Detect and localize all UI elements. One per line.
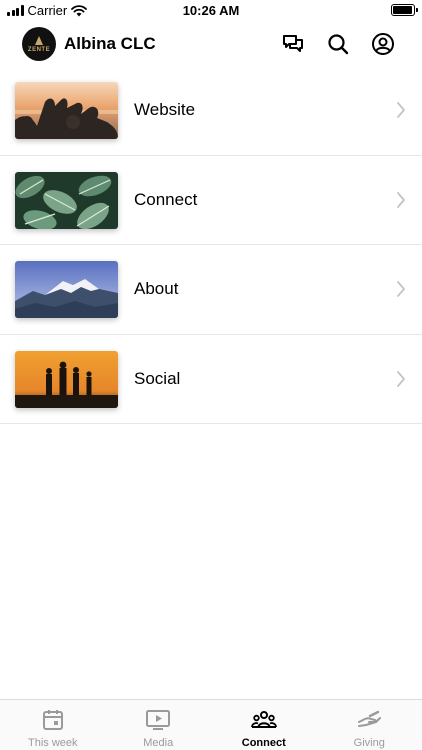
about-thumbnail — [15, 261, 118, 318]
status-bar: Carrier 10:26 AM — [0, 0, 422, 22]
menu-item-label: About — [134, 279, 179, 298]
menu-item-about[interactable]: About — [0, 245, 422, 335]
tab-label: Connect — [241, 737, 286, 749]
profile-icon[interactable] — [371, 32, 395, 56]
battery-level — [393, 6, 412, 14]
church-logo[interactable]: ZENTE — [22, 27, 56, 61]
connect-thumbnail — [15, 171, 118, 229]
menu-item-connect[interactable]: Connect — [0, 156, 422, 245]
menu-item-label: Connect — [134, 189, 198, 209]
tab-label: This week — [27, 737, 78, 749]
chevron-right-icon — [397, 370, 405, 387]
status-time: 10:26 AM — [182, 3, 240, 18]
tab-giving[interactable]: Giving — [317, 700, 422, 750]
chevron-right-icon — [397, 102, 405, 118]
social-thumbnail — [15, 350, 118, 408]
search-icon[interactable] — [326, 32, 350, 56]
tab-this-week[interactable]: This week — [0, 700, 106, 750]
menu-item-social[interactable]: Social — [0, 335, 422, 424]
tab-connect[interactable]: Connect — [211, 700, 317, 750]
logo-flame-icon — [35, 35, 43, 45]
chevron-right-icon — [397, 191, 405, 208]
tab-label: Giving — [353, 737, 385, 749]
menu-item-label: Social — [134, 368, 181, 388]
app-header: ZENTE Albina CLC — [0, 22, 422, 66]
calendar-icon — [42, 710, 63, 730]
tab-media[interactable]: Media — [106, 700, 212, 750]
giving-hand-icon — [358, 710, 382, 727]
play-icon — [146, 710, 171, 730]
chevron-right-icon — [397, 281, 405, 297]
menu-item-label: Website — [134, 100, 196, 119]
menu-list: Website Connect About Social — [0, 66, 422, 424]
battery-icon — [391, 4, 418, 16]
battery-cap — [416, 8, 418, 12]
app-screen: Carrier 10:26 AM ZENTE Albina CLC Websit… — [0, 0, 422, 750]
tab-label: Media — [143, 737, 174, 749]
website-thumbnail — [15, 82, 118, 139]
people-icon — [250, 711, 277, 728]
chat-icon[interactable] — [281, 32, 305, 56]
app-title: Albina CLC — [64, 34, 156, 53]
tab-bar: This week Media Connect Giving — [0, 699, 422, 750]
menu-item-website[interactable]: Website — [0, 66, 422, 156]
logo-text: ZENTE — [27, 46, 51, 53]
